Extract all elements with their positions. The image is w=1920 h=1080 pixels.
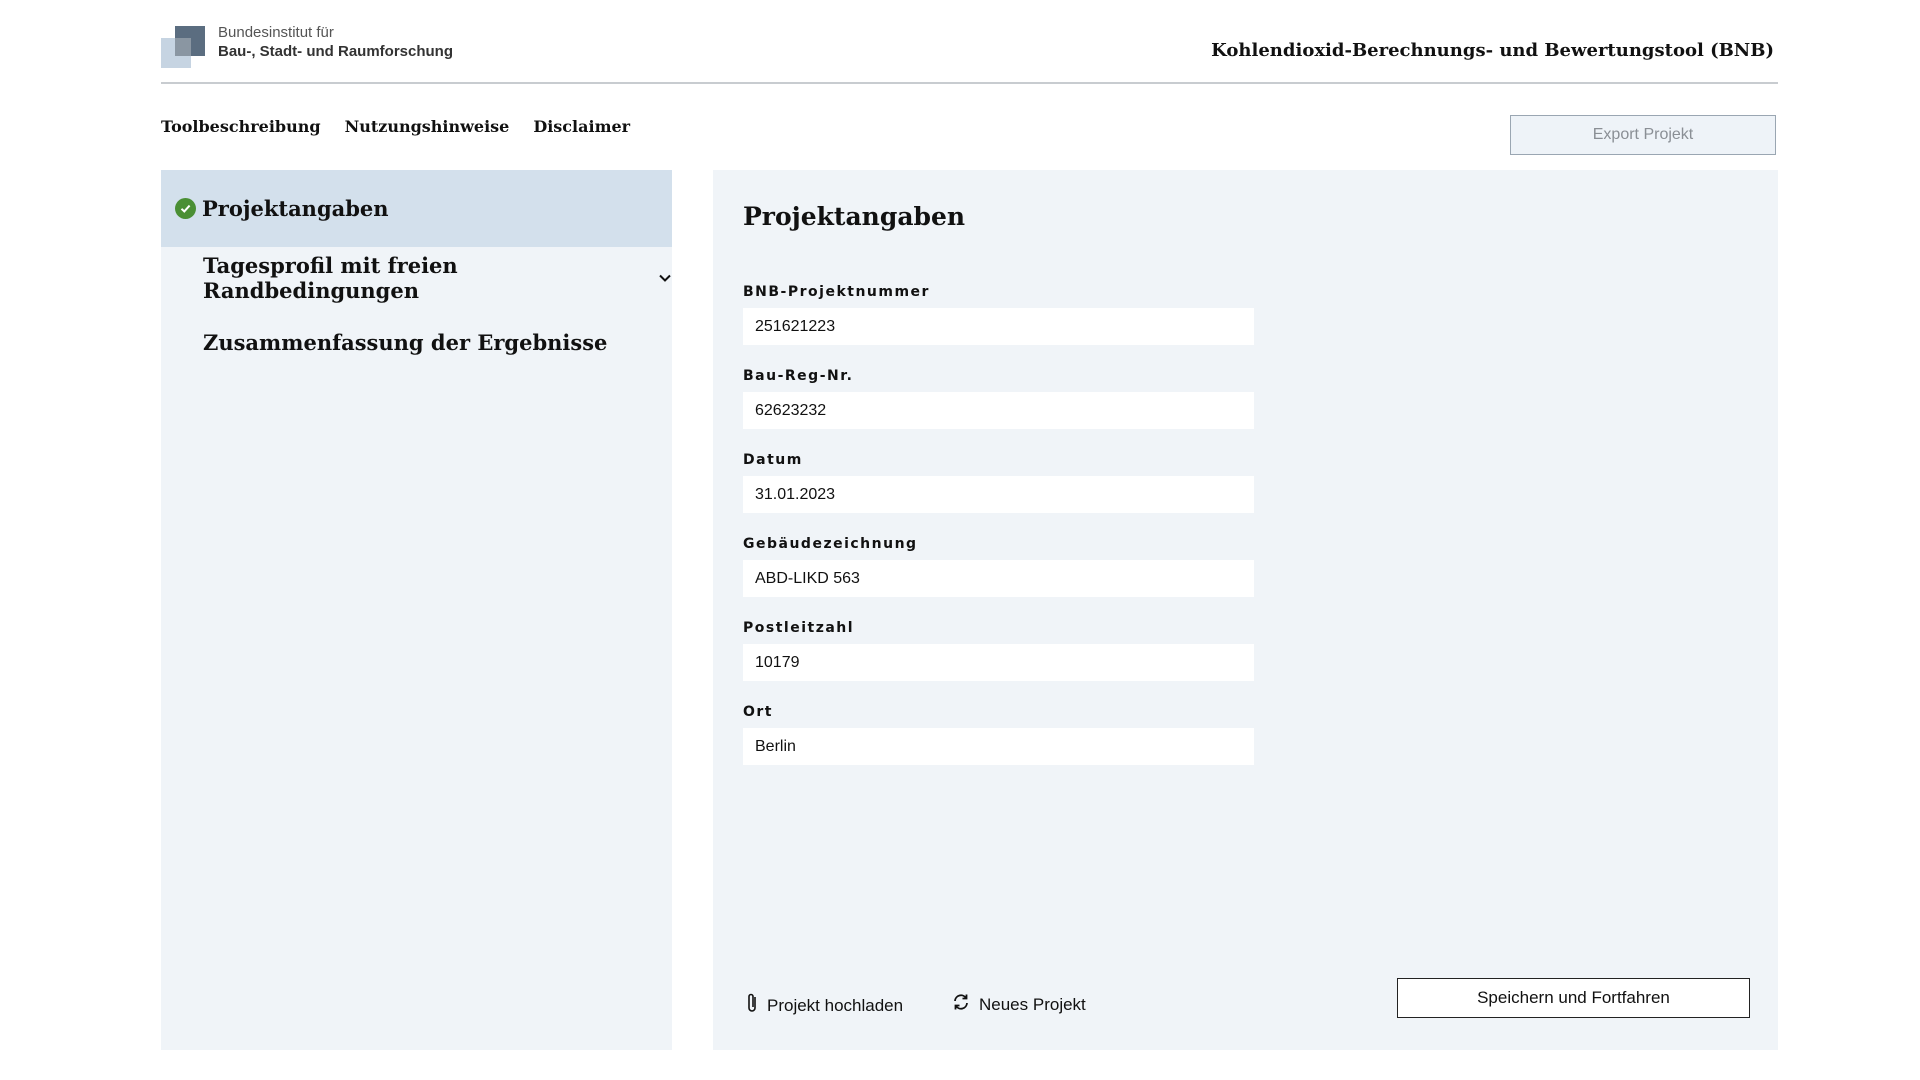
field-label: Postleitzahl xyxy=(743,620,855,636)
sidebar-item-projektangaben[interactable]: Projektangaben xyxy=(161,170,672,247)
nav-link-toolbeschreibung[interactable]: Toolbeschreibung xyxy=(161,117,321,136)
logo-icon xyxy=(161,24,209,70)
new-project-link[interactable]: Neues Projekt xyxy=(951,992,1086,1017)
chevron-down-icon xyxy=(658,273,672,283)
app-header: Bundesinstitut für Bau-, Stadt- und Raum… xyxy=(161,0,1778,84)
field-label: Datum xyxy=(743,452,803,468)
top-navigation: Toolbeschreibung Nutzungshinweise Discla… xyxy=(161,117,630,136)
sidebar-item-label: Tagesprofil mit freien Randbedingungen xyxy=(203,253,458,303)
ort-input[interactable] xyxy=(743,728,1254,765)
field-label: BNB-Projektnummer xyxy=(743,284,930,300)
field-label: Gebäudezeichnung xyxy=(743,536,918,552)
sidebar-item-label: Projektangaben xyxy=(202,196,389,221)
bau-reg-nr-input[interactable] xyxy=(743,392,1254,429)
sidebar-item-tagesprofil[interactable]: Tagesprofil mit freien Randbedingungen xyxy=(161,253,672,303)
field-label: Ort xyxy=(743,704,773,720)
sidebar-item-zusammenfassung[interactable]: Zusammenfassung der Ergebnisse xyxy=(161,325,672,359)
field-bnb-projektnummer: BNB-Projektnummer xyxy=(743,284,1254,345)
upload-project-link[interactable]: Projekt hochladen xyxy=(745,992,903,1019)
postleitzahl-input[interactable] xyxy=(743,644,1254,681)
field-ort: Ort xyxy=(743,704,1254,765)
field-gebaeudezeichnung: Gebäudezeichnung xyxy=(743,536,1254,597)
gebaeudezeichnung-input[interactable] xyxy=(743,560,1254,597)
save-continue-button[interactable]: Speichern und Fortfahren xyxy=(1397,978,1750,1018)
check-circle-icon xyxy=(175,198,196,219)
bnb-projektnummer-input[interactable] xyxy=(743,308,1254,345)
app-title: Kohlendioxid-Berechnungs- und Bewertungs… xyxy=(1211,40,1774,61)
logo-line1: Bundesinstitut für xyxy=(218,24,334,41)
export-project-button[interactable]: Export Projekt xyxy=(1510,115,1776,155)
sidebar-item-label: Zusammenfassung der Ergebnisse xyxy=(203,329,608,355)
sidebar: Projektangaben Tagesprofil mit freien Ra… xyxy=(161,170,672,1050)
datum-input[interactable] xyxy=(743,476,1254,513)
new-project-label: Neues Projekt xyxy=(979,994,1086,1014)
nav-link-nutzungshinweise[interactable]: Nutzungshinweise xyxy=(345,117,510,136)
field-datum: Datum xyxy=(743,452,1254,513)
bbsr-logo[interactable]: Bundesinstitut für Bau-, Stadt- und Raum… xyxy=(161,24,453,70)
nav-link-disclaimer[interactable]: Disclaimer xyxy=(533,117,630,136)
field-label: Bau-Reg-Nr. xyxy=(743,368,854,384)
paperclip-icon xyxy=(745,992,759,1019)
upload-project-label: Projekt hochladen xyxy=(767,995,904,1015)
field-bau-reg-nr: Bau-Reg-Nr. xyxy=(743,368,1254,429)
refresh-icon xyxy=(951,992,971,1017)
field-postleitzahl: Postleitzahl xyxy=(743,620,1254,681)
page-title: Projektangaben xyxy=(743,202,966,231)
main-panel: Projektangaben BNB-Projektnummer Bau-Reg… xyxy=(713,170,1778,1050)
logo-line2: Bau-, Stadt- und Raumforschung xyxy=(218,43,453,60)
